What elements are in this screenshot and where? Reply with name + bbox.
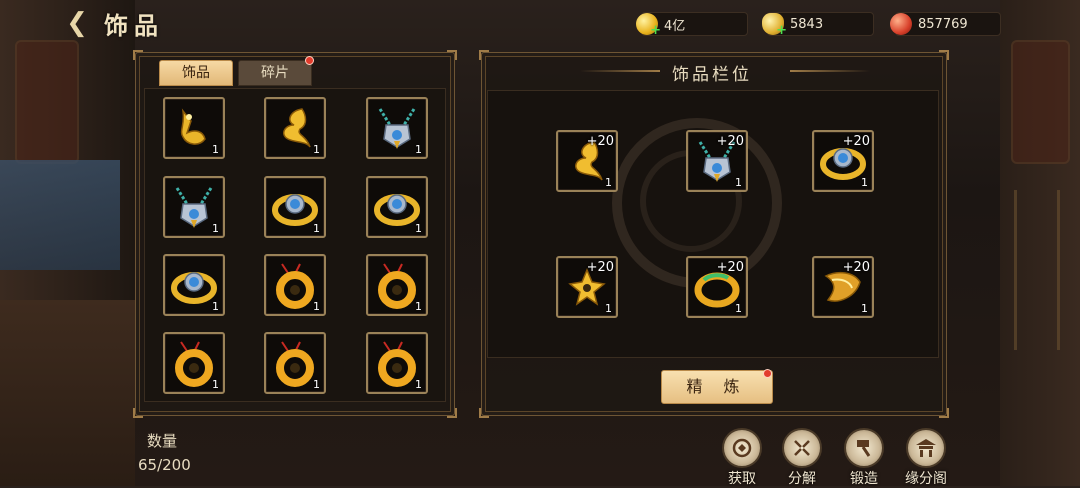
wall-ornament — [1011, 40, 1070, 164]
item-count: 1 — [313, 300, 320, 313]
obtain-icon — [722, 428, 762, 468]
item-count: 1 — [861, 176, 868, 189]
item-count: 1 — [605, 176, 612, 189]
item-count: 1 — [313, 222, 320, 235]
equip-slot[interactable]: +20 1 — [686, 130, 748, 192]
background-right — [1000, 0, 1080, 486]
inventory-slot[interactable]: 1 — [163, 332, 225, 394]
tab-fragments[interactable]: 碎片 — [238, 60, 312, 86]
quantity-label: 数量 — [147, 432, 178, 450]
background-floor — [0, 300, 135, 486]
item-count: 1 — [415, 143, 422, 156]
enhance-level: +20 — [586, 134, 614, 149]
forge-label: 锻造 — [850, 471, 878, 487]
currency-ingot-value: 5843 — [790, 16, 824, 32]
quantity-value: 65/200 — [138, 456, 191, 474]
enhance-level: +20 — [586, 260, 614, 275]
currency-ingot[interactable]: + 5843 — [762, 12, 874, 38]
item-count: 1 — [212, 143, 219, 156]
background-left — [0, 0, 135, 486]
equip-slot[interactable]: +20 1 — [812, 256, 874, 318]
refine-button[interactable]: 精 炼 — [661, 370, 773, 404]
item-count: 1 — [861, 302, 868, 315]
item-count: 1 — [212, 378, 219, 391]
pavilion-icon — [906, 428, 946, 468]
currency-gold-value: 4亿 — [664, 18, 686, 34]
fragments-badge — [305, 56, 314, 65]
candle-stand — [1014, 190, 1060, 350]
currency-gold[interactable]: + 4亿 — [636, 12, 748, 38]
item-count: 1 — [735, 302, 742, 315]
refine-badge — [763, 369, 772, 378]
equip-slot[interactable]: +20 1 — [812, 130, 874, 192]
inventory-slot[interactable]: 1 — [264, 97, 326, 159]
page-title: 饰品 — [104, 12, 164, 40]
title-decoration — [580, 70, 660, 72]
inventory-slot[interactable]: 1 — [163, 97, 225, 159]
enhance-level: +20 — [716, 134, 744, 149]
obtain-button[interactable]: 获取 — [716, 428, 768, 487]
decompose-label: 分解 — [788, 471, 816, 487]
wall-ornament — [15, 40, 79, 164]
enhance-level: +20 — [842, 260, 870, 275]
enhance-level: +20 — [842, 134, 870, 149]
item-count: 1 — [313, 143, 320, 156]
inventory-slot[interactable]: 1 — [366, 97, 428, 159]
item-count: 1 — [415, 222, 422, 235]
equip-slot[interactable]: +20 1 — [556, 256, 618, 318]
background-sea-view — [0, 160, 120, 270]
item-count: 1 — [605, 302, 612, 315]
inventory-slot[interactable]: 1 — [366, 176, 428, 238]
equipped-title: 饰品栏位 — [672, 65, 752, 85]
item-count: 1 — [212, 300, 219, 313]
item-count: 1 — [415, 300, 422, 313]
item-count: 1 — [313, 378, 320, 391]
equip-slot[interactable]: +20 1 — [686, 256, 748, 318]
item-count: 1 — [415, 378, 422, 391]
title-decoration — [790, 70, 870, 72]
inventory-slot[interactable]: 1 — [264, 176, 326, 238]
pavilion-label: 缘分阁 — [905, 471, 947, 487]
item-count: 1 — [735, 176, 742, 189]
inventory-slot[interactable]: 1 — [163, 254, 225, 316]
red-token-icon — [890, 13, 912, 35]
gold-ingot-icon[interactable]: + — [762, 13, 787, 38]
forge-button[interactable]: 锻造 — [838, 428, 890, 487]
inventory-slot[interactable]: 1 — [264, 254, 326, 316]
inventory-slot[interactable]: 1 — [366, 332, 428, 394]
equip-slot[interactable]: +20 1 — [556, 130, 618, 192]
gold-coin-icon[interactable]: + — [636, 13, 661, 38]
currency-red-value: 857769 — [918, 16, 968, 32]
enhance-level: +20 — [716, 260, 744, 275]
inventory-slot[interactable]: 1 — [163, 176, 225, 238]
decompose-button[interactable]: 分解 — [776, 428, 828, 487]
back-arrow-icon[interactable]: ❮ — [62, 8, 92, 38]
item-count: 1 — [212, 222, 219, 235]
tab-accessories[interactable]: 饰品 — [159, 60, 233, 86]
decompose-icon — [782, 428, 822, 468]
inventory-slot[interactable]: 1 — [264, 332, 326, 394]
pavilion-button[interactable]: 缘分阁 — [900, 428, 952, 487]
inventory-slot[interactable]: 1 — [366, 254, 428, 316]
obtain-label: 获取 — [728, 471, 756, 487]
currency-red-token: 857769 — [890, 12, 1001, 36]
forge-hammer-icon — [844, 428, 884, 468]
